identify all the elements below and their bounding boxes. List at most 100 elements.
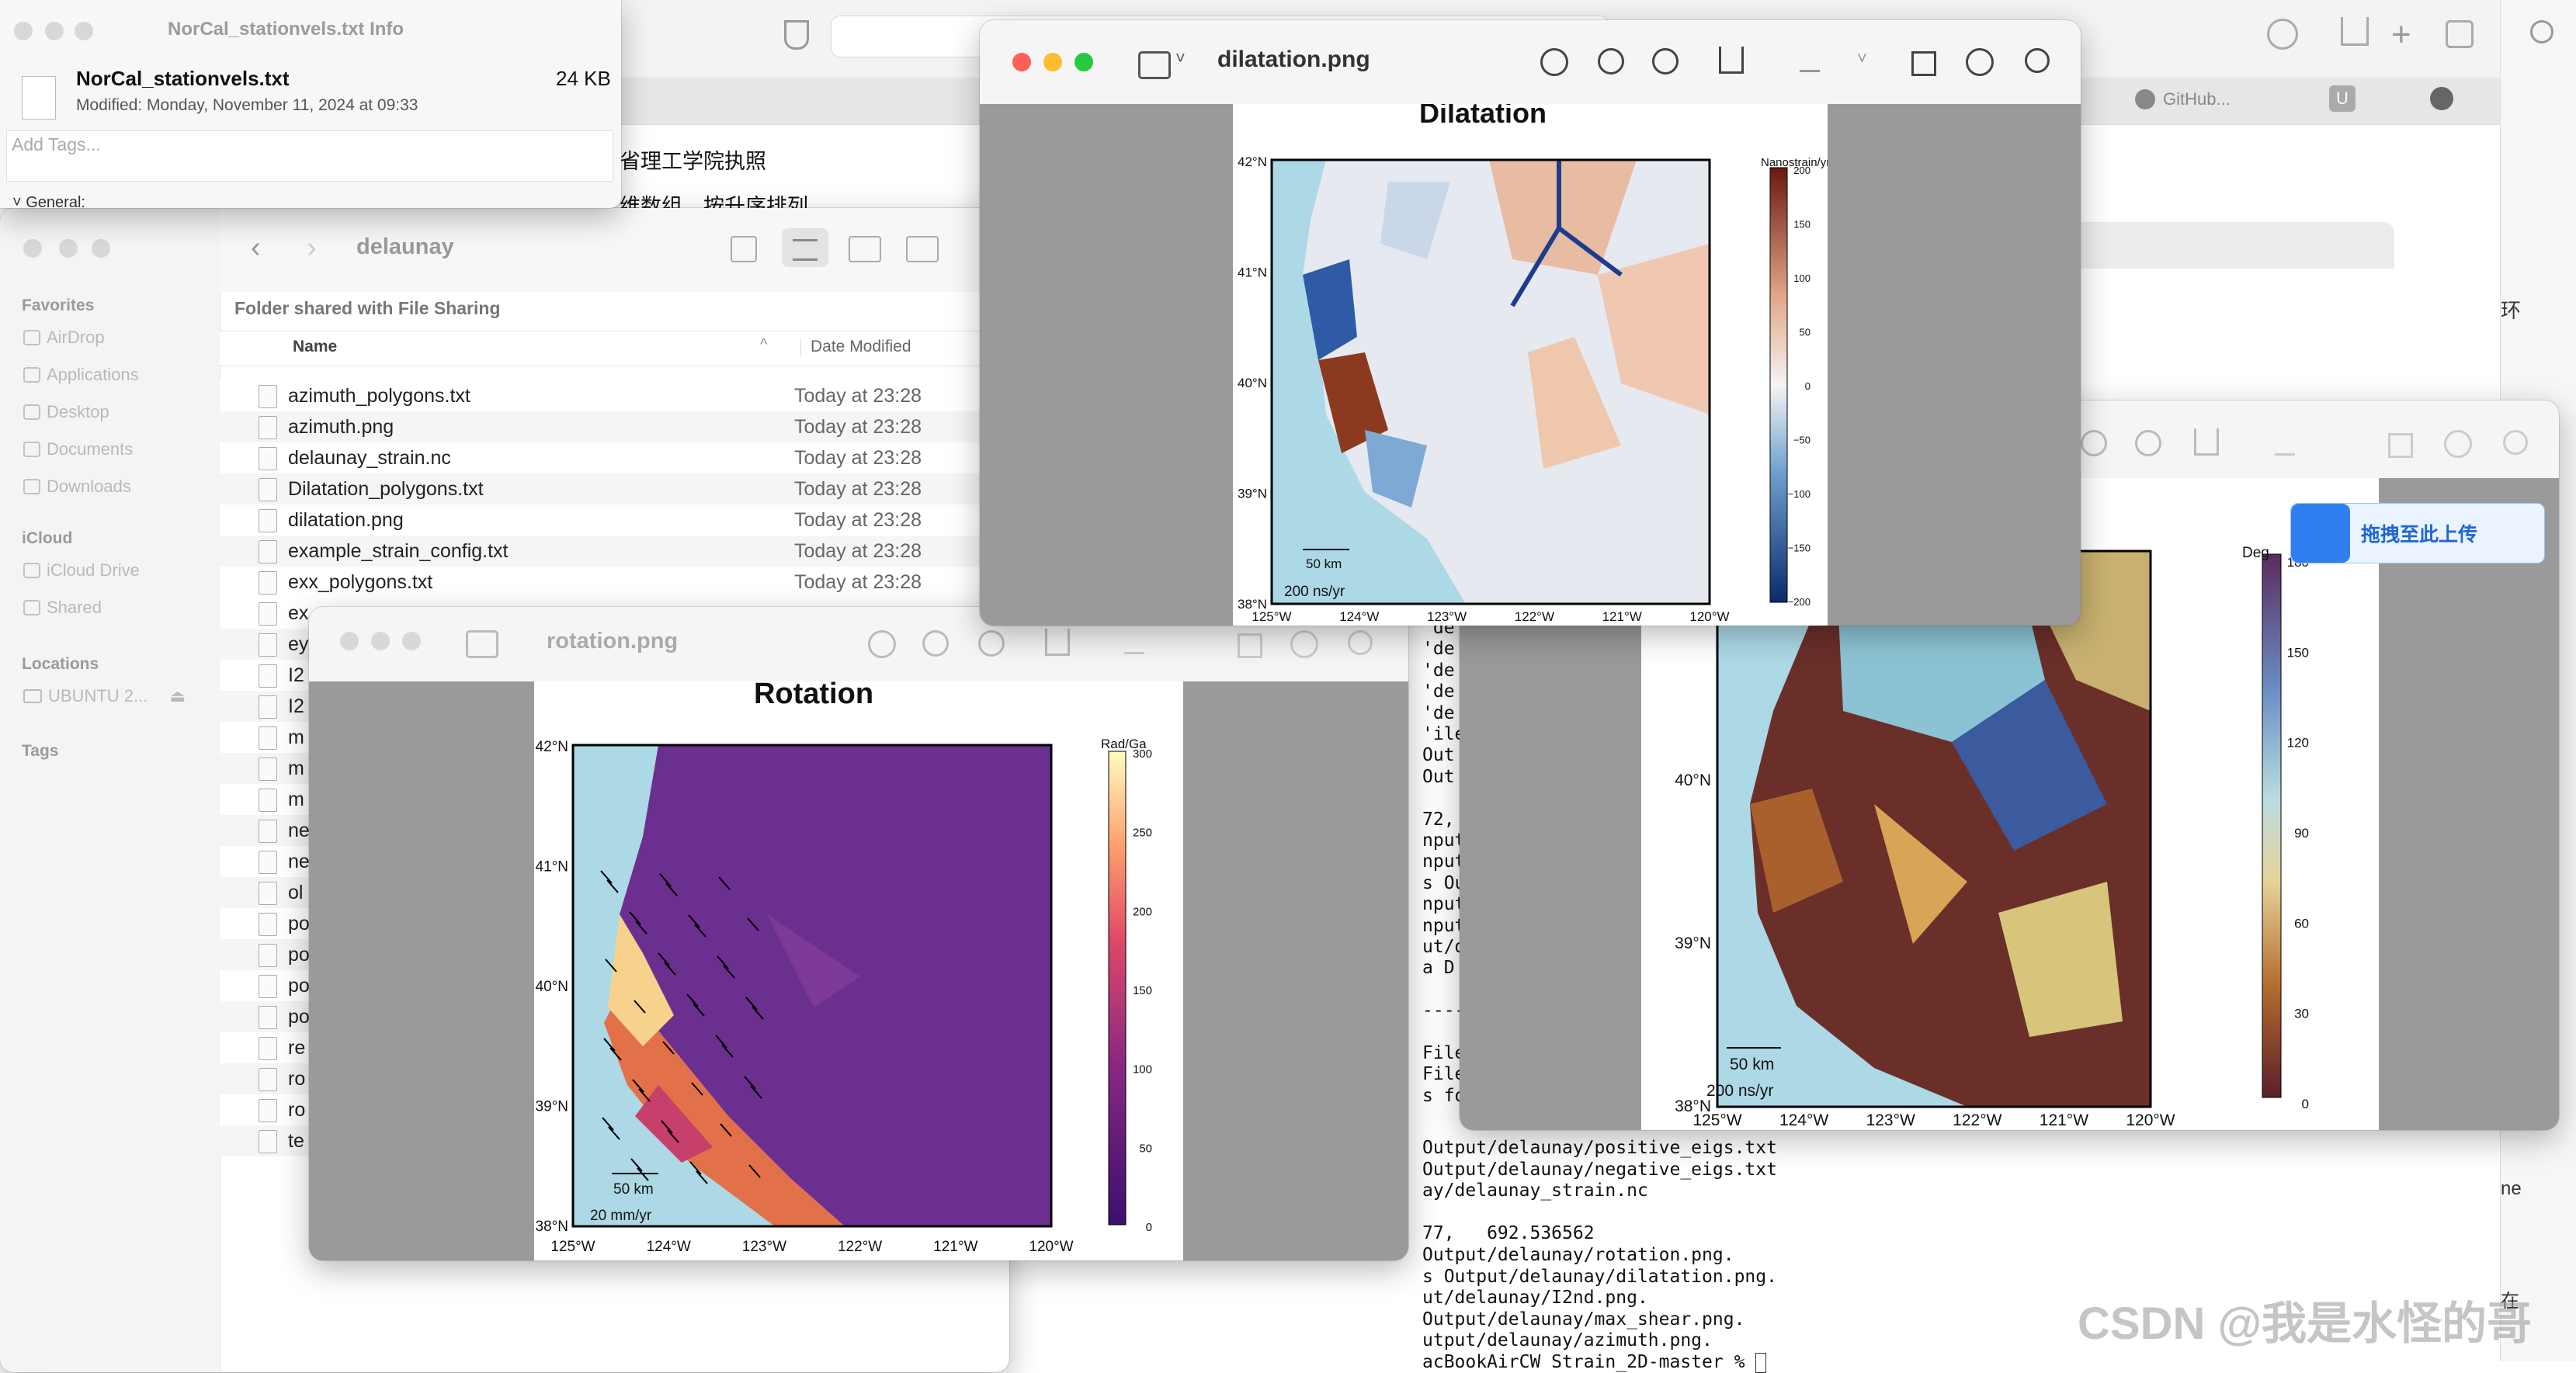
file-row[interactable]: delaunay_strain.nc Today at 23:28 [220,442,996,473]
rot-zoom-out-icon[interactable] [922,630,949,657]
file-row[interactable]: te [220,1125,313,1156]
sidebar-item-ubuntu[interactable]: UBUNTU 2... ⏏ [23,686,186,706]
sort-chevron-icon[interactable]: ^ [760,336,767,354]
az-search-icon[interactable] [2503,430,2528,455]
file-row[interactable]: m [220,784,313,815]
sidebar-item-documents[interactable]: Documents [23,439,133,459]
az-markup-icon[interactable] [2275,430,2295,456]
info-zoom-button[interactable] [75,22,93,40]
file-row[interactable]: po [220,970,313,1001]
tab-overview-icon[interactable] [2446,20,2474,48]
file-row[interactable]: ey [220,629,313,660]
info-close-button[interactable] [14,22,33,40]
file-row[interactable]: ne [220,846,313,877]
dil-search-icon[interactable] [2025,48,2050,73]
tick-label: 100 [1133,1063,1152,1077]
file-row[interactable]: ex [220,598,313,629]
general-section[interactable]: ˅ General: [12,194,85,208]
gallery-view-icon[interactable] [906,236,939,262]
rot-annotate-icon[interactable] [1290,630,1318,658]
rot-minimize-button[interactable] [371,632,390,650]
sidebar-item-applications[interactable]: Applications [23,365,139,385]
file-row[interactable]: po [220,1001,313,1032]
file-row[interactable]: azimuth.png Today at 23:28 [220,411,996,442]
dil-zoom-out-icon[interactable] [1598,48,1624,75]
file-row[interactable]: m [220,753,313,784]
new-tab-icon[interactable]: + [2391,16,2411,54]
rot-info-icon[interactable] [868,630,896,658]
file-row[interactable]: azimuth_polygons.txt Today at 23:28 [220,380,996,411]
file-row[interactable]: I2 [220,691,313,722]
dil-info-icon[interactable] [1540,48,1568,76]
file-name: azimuth.png [288,416,394,438]
sidebar-item-airdrop[interactable]: AirDrop [23,328,105,348]
dil-rotate-icon[interactable] [1911,51,1936,76]
shared-banner: Folder shared with File Sharing [234,298,501,318]
rot-rotate-icon[interactable] [1238,633,1262,658]
col-date[interactable]: Date Modified [800,338,911,356]
az-zoom-out-icon[interactable] [2081,430,2107,456]
az-rotate-icon[interactable] [2388,433,2413,458]
dil-annotate-icon[interactable] [1966,48,1994,76]
file-row[interactable]: re [220,1032,313,1063]
tab-u[interactable]: U [2329,85,2356,112]
file-row[interactable]: Dilatation_polygons.txt Today at 23:28 [220,473,996,504]
rot-markup-icon[interactable] [1124,629,1144,654]
file-row[interactable]: exx_polygons.txt Today at 23:28 [220,567,996,598]
column-view-icon[interactable] [849,236,881,262]
sidebar-item-desktop[interactable]: Desktop [23,402,109,422]
dil-zoom-in-icon[interactable] [1652,48,1679,75]
terminal-line: Output/delaunay/max_shear.png. [1422,1309,1745,1330]
file-row[interactable]: m [220,722,313,753]
file-row[interactable]: ro [220,1094,313,1125]
close-button[interactable] [23,239,42,258]
eject-icon[interactable]: ⏏ [169,686,186,706]
file-row[interactable]: I2 [220,660,313,691]
tags-field[interactable]: Add Tags... [6,130,613,182]
file-row[interactable]: po [220,908,313,939]
dil-markup-icon[interactable] [1800,47,1820,72]
rot-share-icon[interactable] [1045,629,1070,656]
rot-sidebar-toggle-icon[interactable] [466,630,498,658]
file-row[interactable]: ne [220,815,313,846]
rot-close-button[interactable] [340,632,359,650]
dil-zoom-button[interactable] [1074,53,1093,71]
search-icon[interactable] [2530,20,2553,43]
file-row[interactable]: ol [220,877,313,908]
file-row[interactable]: ro [220,1063,313,1094]
az-share-icon[interactable] [2194,428,2219,456]
tick-label: 41°N [1238,265,1267,280]
dil-minimize-button[interactable] [1043,53,1062,71]
icon-view-icon[interactable] [731,236,757,262]
sidebar-item-icloud-drive[interactable]: iCloud Drive [23,560,140,581]
az-annotate-icon[interactable] [2444,430,2472,458]
dil-chevron-down-icon[interactable]: ˅ [1175,48,1186,68]
minimize-button[interactable] [59,239,78,258]
dil-close-button[interactable] [1012,53,1031,71]
file-row[interactable]: po [220,939,313,970]
rot-search-icon[interactable] [1348,630,1373,655]
download-icon[interactable] [2267,19,2298,50]
dil-markup-chevron-icon[interactable]: ˅ [1857,48,1867,68]
file-row[interactable]: example_strain_config.txt Today at 23:28 [220,536,996,567]
col-name[interactable]: Name [293,338,337,356]
forward-button[interactable]: › [307,231,317,265]
github-tab-icon[interactable] [2430,87,2453,110]
dil-share-icon[interactable] [1719,47,1744,74]
az-zoom-in-icon[interactable] [2135,430,2161,456]
shield-icon[interactable] [784,20,809,50]
share-icon[interactable] [2341,17,2369,46]
zoom-button[interactable] [92,239,110,258]
rot-zoom-in-icon[interactable] [978,630,1005,657]
sidebar-item-downloads[interactable]: Downloads [23,477,131,497]
back-button[interactable]: ‹ [251,231,261,265]
tab-github[interactable]: GitHub... [2135,82,2231,116]
rot-zoom-button[interactable] [402,632,421,650]
dil-sidebar-toggle-icon[interactable] [1138,51,1171,79]
info-minimize-button[interactable] [45,22,64,40]
sidebar-item-shared[interactable]: Shared [23,598,102,618]
upload-drop-button[interactable]: 拖拽至此上传 [2290,503,2545,563]
file-row[interactable]: dilatation.png Today at 23:28 [220,504,996,536]
terminal-cursor[interactable] [1755,1352,1767,1373]
list-view-icon[interactable] [782,228,828,267]
